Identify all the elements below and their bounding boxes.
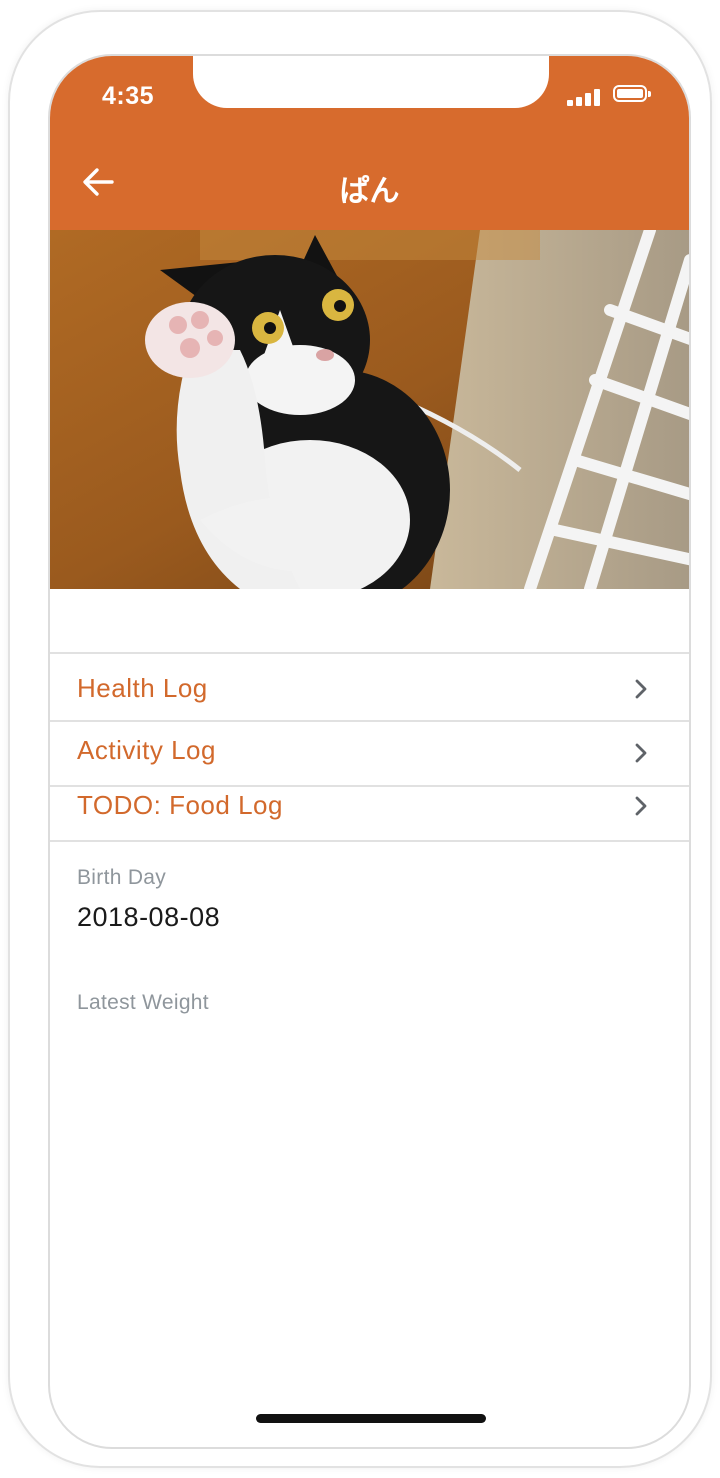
birth-day-section: Birth Day 2018-08-08 — [77, 866, 667, 933]
activity-log-label: Activity Log — [77, 735, 216, 765]
phone-frame: 4:35 ぱん Health Log Activity Log TODO: Fo… — [8, 10, 712, 1468]
battery-icon — [613, 85, 651, 102]
device-notch — [193, 56, 549, 108]
chevron-right-icon — [635, 796, 647, 816]
food-log-item[interactable]: TODO: Food Log — [50, 787, 689, 840]
log-menu: Health Log Activity Log TODO: Food Log — [50, 652, 689, 842]
food-log-label: TODO: Food Log — [77, 790, 283, 820]
divider — [50, 840, 689, 842]
chevron-right-icon — [635, 743, 647, 763]
health-log-label: Health Log — [77, 673, 208, 703]
birth-day-value: 2018-08-08 — [77, 902, 221, 932]
app-bar: ぱん — [50, 146, 689, 230]
page-title: ぱん — [339, 174, 400, 209]
home-indicator[interactable] — [256, 1414, 486, 1423]
app-screen: 4:35 ぱん Health Log Activity Log TODO: Fo… — [48, 54, 691, 1449]
chevron-right-icon — [635, 679, 647, 699]
status-time: 4:35 — [102, 82, 155, 110]
health-log-item[interactable]: Health Log — [50, 654, 689, 720]
latest-weight-section: Latest Weight — [77, 991, 667, 1027]
birth-day-label: Birth Day — [77, 866, 167, 889]
activity-log-item[interactable]: Activity Log — [50, 722, 689, 785]
cat-photo — [50, 230, 689, 589]
status-bar: 4:35 — [50, 56, 689, 146]
latest-weight-label: Latest Weight — [77, 991, 209, 1014]
signal-icon — [567, 88, 603, 106]
